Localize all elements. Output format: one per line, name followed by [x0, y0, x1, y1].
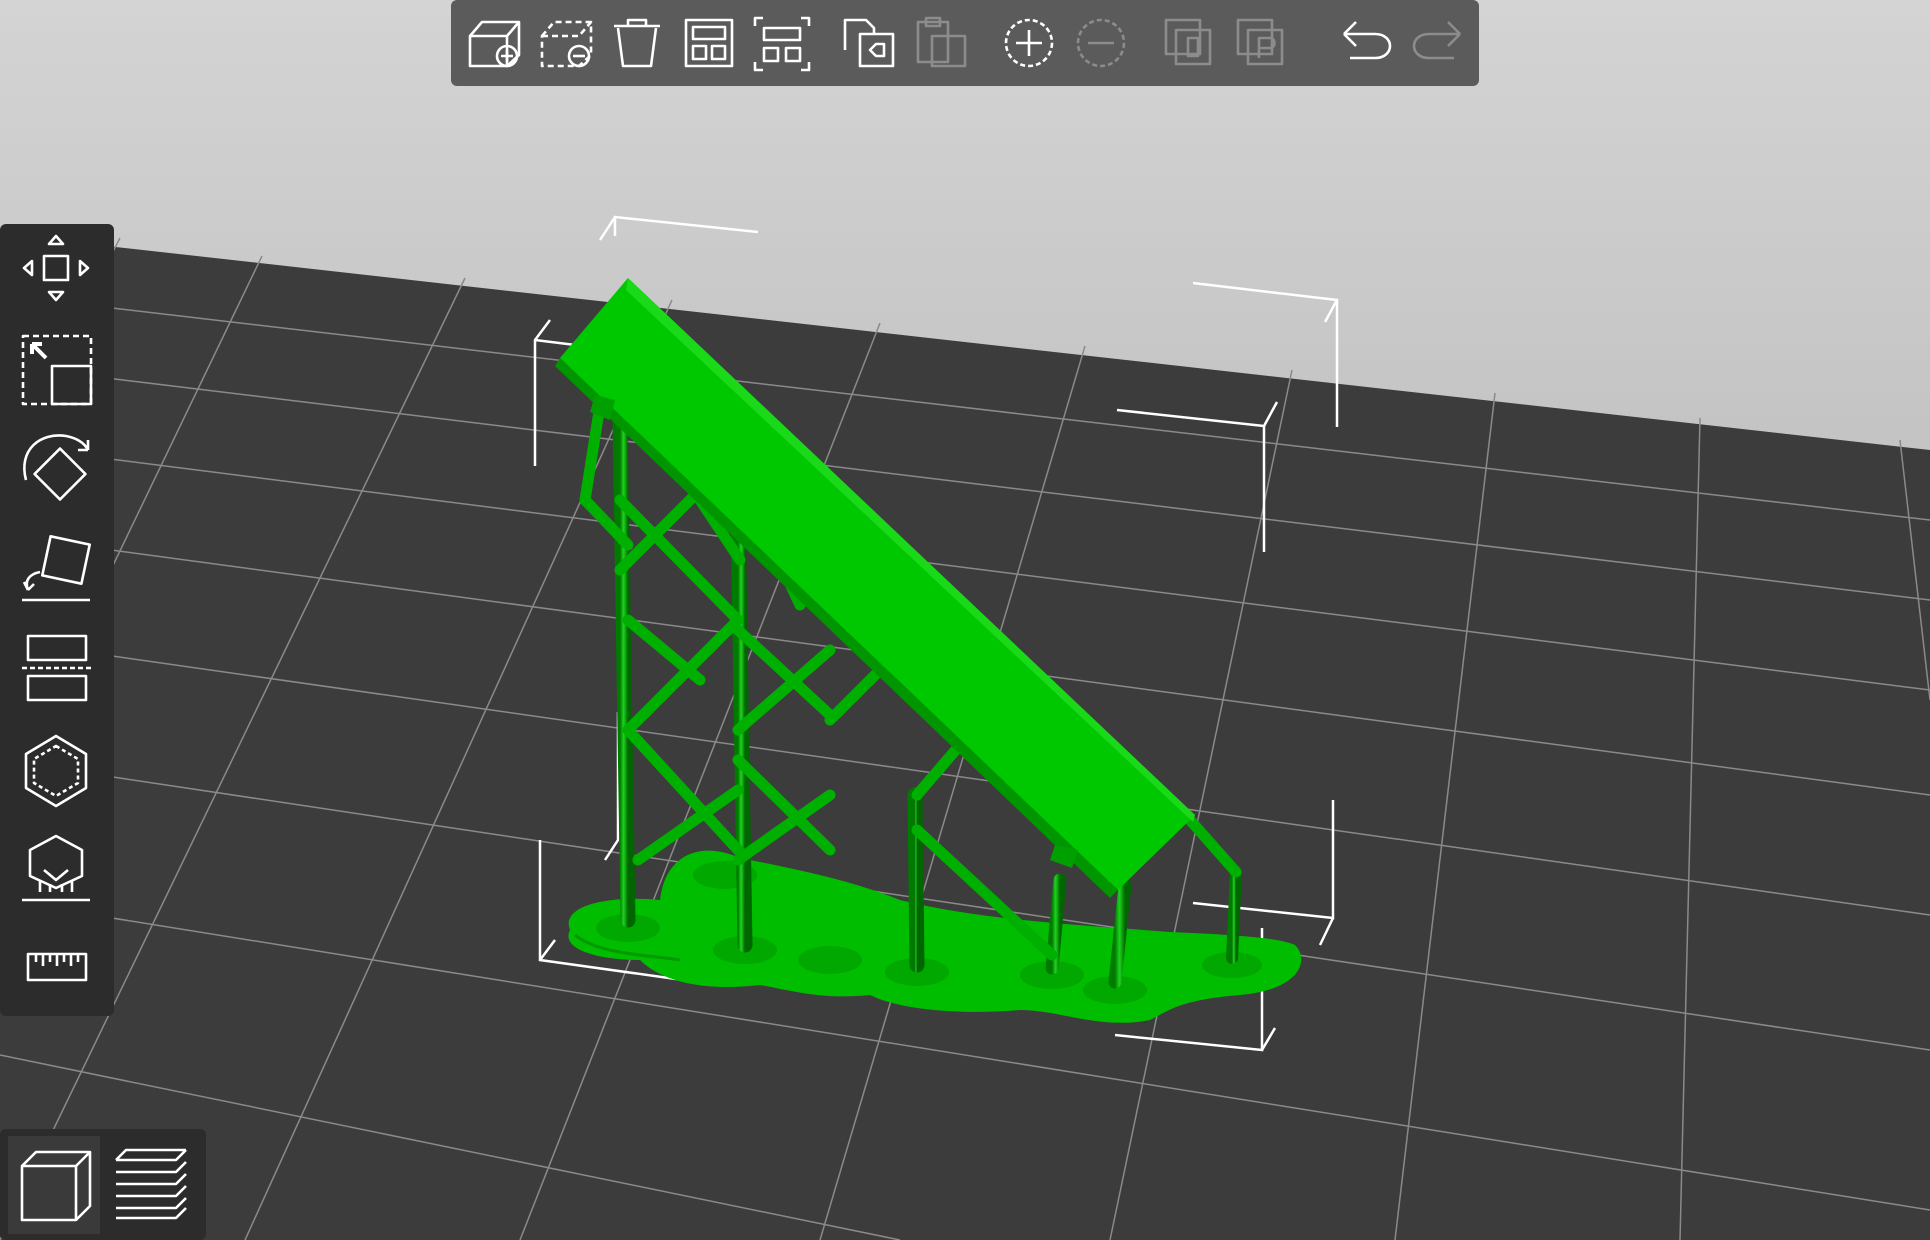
preview-layers-icon[interactable]: [115, 1148, 187, 1220]
left-toolbar: [0, 224, 114, 1016]
3d-viewport[interactable]: [0, 0, 1930, 1240]
